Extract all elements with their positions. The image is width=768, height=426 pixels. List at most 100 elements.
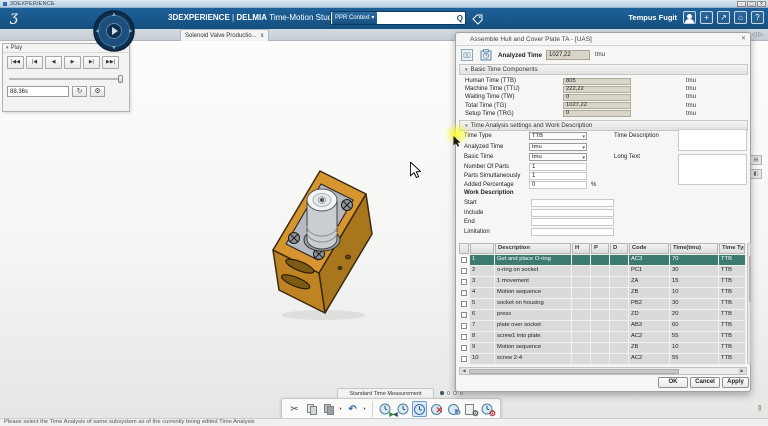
row-checkbox[interactable]	[461, 290, 467, 296]
description-cell[interactable]: 1 movement	[495, 277, 571, 287]
time-description-field[interactable]	[678, 129, 747, 151]
row-select-cell[interactable]	[459, 266, 469, 276]
time-cell[interactable]: 60	[670, 321, 718, 331]
analyzed-time-clock-icon[interactable]	[480, 49, 492, 61]
window-minimize-button[interactable]: –	[737, 1, 746, 7]
time-cell[interactable]: 55	[670, 354, 718, 364]
share-icon[interactable]: ↗	[717, 11, 730, 24]
time-type-cell[interactable]: TTB	[719, 255, 745, 265]
time-cell[interactable]: 70	[670, 255, 718, 265]
row-select-cell[interactable]	[459, 343, 469, 353]
h-cell[interactable]	[572, 354, 590, 364]
paste-menu-caret-icon[interactable]: ▾	[338, 406, 343, 412]
table-header-cell[interactable]: Code	[629, 243, 669, 254]
table-header-cell[interactable]: Description	[495, 243, 571, 254]
time-component-value[interactable]: 1027,22	[563, 102, 631, 110]
code-cell[interactable]: ZB	[629, 288, 669, 298]
table-row[interactable]: 9 Motion sequence ZB 10 TTB	[459, 343, 746, 353]
window-close-button[interactable]: ✕	[757, 1, 766, 7]
code-cell[interactable]: PC1	[629, 266, 669, 276]
section-basic-time-components[interactable]: ▾ Basic Time Components	[459, 64, 748, 75]
time-type-cell[interactable]: TTB	[719, 288, 745, 298]
time-component-value[interactable]: 805	[563, 77, 631, 85]
p-cell[interactable]	[591, 255, 609, 265]
p-cell[interactable]	[591, 343, 609, 353]
work-field-input[interactable]	[531, 199, 614, 207]
document-tab[interactable]: Solenoid Valve Productio... x	[180, 29, 269, 41]
p-cell[interactable]	[591, 288, 609, 298]
update-time-analysis-icon[interactable]: ↻	[446, 401, 461, 417]
table-header-cell[interactable]	[459, 243, 469, 254]
time-cell[interactable]: 10	[670, 288, 718, 298]
table-row[interactable]: 4 Motion sequence ZB 10 TTB	[459, 288, 746, 298]
description-cell[interactable]: screw 2-4	[495, 354, 571, 364]
table-header-cell[interactable]: D	[610, 243, 628, 254]
ppr-context-dropdown[interactable]: PPR Context ▾	[332, 12, 378, 24]
import-time-analysis-icon[interactable]: ◀	[393, 401, 410, 418]
ok-button[interactable]: OK	[658, 377, 688, 388]
delete-time-analysis-icon[interactable]: ✕	[429, 401, 444, 417]
row-select-cell[interactable]	[459, 354, 469, 364]
table-row[interactable]: 5 socket on housing PB2 30 TTB	[459, 299, 746, 309]
h-cell[interactable]	[572, 343, 590, 353]
solenoid-valve-3d-model[interactable]	[253, 158, 398, 323]
table-row[interactable]: 10 screw 2-4 AC2 55 TTB	[459, 354, 746, 364]
basic-time-dropdown[interactable]: tmu ▾	[529, 153, 587, 161]
edit-time-analysis-icon[interactable]	[412, 401, 427, 417]
analyzed-time-unit-dropdown[interactable]: tmu ▾	[529, 143, 587, 151]
time-component-value[interactable]: 0	[563, 110, 631, 118]
row-checkbox[interactable]	[461, 312, 467, 318]
step-back-button[interactable]: |◀	[26, 56, 43, 69]
p-cell[interactable]	[591, 310, 609, 320]
time-type-cell[interactable]: TTB	[719, 343, 745, 353]
code-cell[interactable]: ZB	[629, 343, 669, 353]
timeline-slider[interactable]	[9, 75, 123, 83]
copy-icon[interactable]	[304, 401, 319, 417]
undo-menu-caret-icon[interactable]: ▾	[362, 406, 367, 412]
pager-dot[interactable]	[446, 391, 450, 395]
dialog-close-icon[interactable]: ✕	[741, 35, 746, 42]
h-cell[interactable]	[572, 255, 590, 265]
description-cell[interactable]: Motion sequence	[495, 343, 571, 353]
h-cell[interactable]	[572, 310, 590, 320]
collapse-icon[interactable]: ▾	[6, 45, 9, 51]
row-checkbox[interactable]	[461, 257, 467, 263]
description-cell[interactable]: plate over socket	[495, 321, 571, 331]
row-select-cell[interactable]	[459, 277, 469, 287]
d-cell[interactable]	[610, 343, 628, 353]
parts-simultaneously-field[interactable]: 1	[529, 172, 587, 180]
description-cell[interactable]: socket on housing	[495, 299, 571, 309]
properties-icon[interactable]: ▯▯	[461, 49, 473, 61]
p-cell[interactable]	[591, 299, 609, 309]
time-settings-icon[interactable]: ⚙	[480, 401, 496, 418]
table-horizontal-scrollbar[interactable]: ◀ ▶	[459, 367, 747, 375]
p-cell[interactable]	[591, 266, 609, 276]
d-cell[interactable]	[610, 277, 628, 287]
time-type-cell[interactable]: TTB	[719, 299, 745, 309]
table-header-cell[interactable]: Time Type(b	[719, 243, 745, 254]
time-cell[interactable]: 30	[670, 299, 718, 309]
code-cell[interactable]: AC3	[629, 255, 669, 265]
long-text-field[interactable]	[678, 154, 747, 185]
time-cell[interactable]: 30	[670, 266, 718, 276]
added-percentage-field[interactable]: 0	[529, 181, 587, 189]
d-cell[interactable]	[610, 321, 628, 331]
d-cell[interactable]	[610, 354, 628, 364]
time-type-dropdown[interactable]: TTB ▾	[529, 132, 587, 140]
play-forward-button[interactable]: ▶	[64, 56, 81, 69]
user-name[interactable]: Tempus Fugit	[628, 13, 677, 22]
row-select-cell[interactable]	[459, 299, 469, 309]
paste-icon[interactable]	[321, 401, 336, 417]
row-checkbox[interactable]	[461, 268, 467, 274]
hscroll-left-icon[interactable]: ◀	[460, 368, 468, 374]
h-cell[interactable]	[572, 321, 590, 331]
h-cell[interactable]	[572, 332, 590, 342]
profile-icon[interactable]	[683, 11, 696, 24]
tag-icon[interactable]	[472, 14, 483, 25]
h-cell[interactable]	[572, 266, 590, 276]
analysis-settings-icon[interactable]: ⚙	[463, 401, 479, 418]
number-of-parts-field[interactable]: 1	[529, 163, 587, 171]
d-cell[interactable]	[610, 255, 628, 265]
time-type-cell[interactable]: TTB	[719, 332, 745, 342]
row-checkbox[interactable]	[461, 334, 467, 340]
